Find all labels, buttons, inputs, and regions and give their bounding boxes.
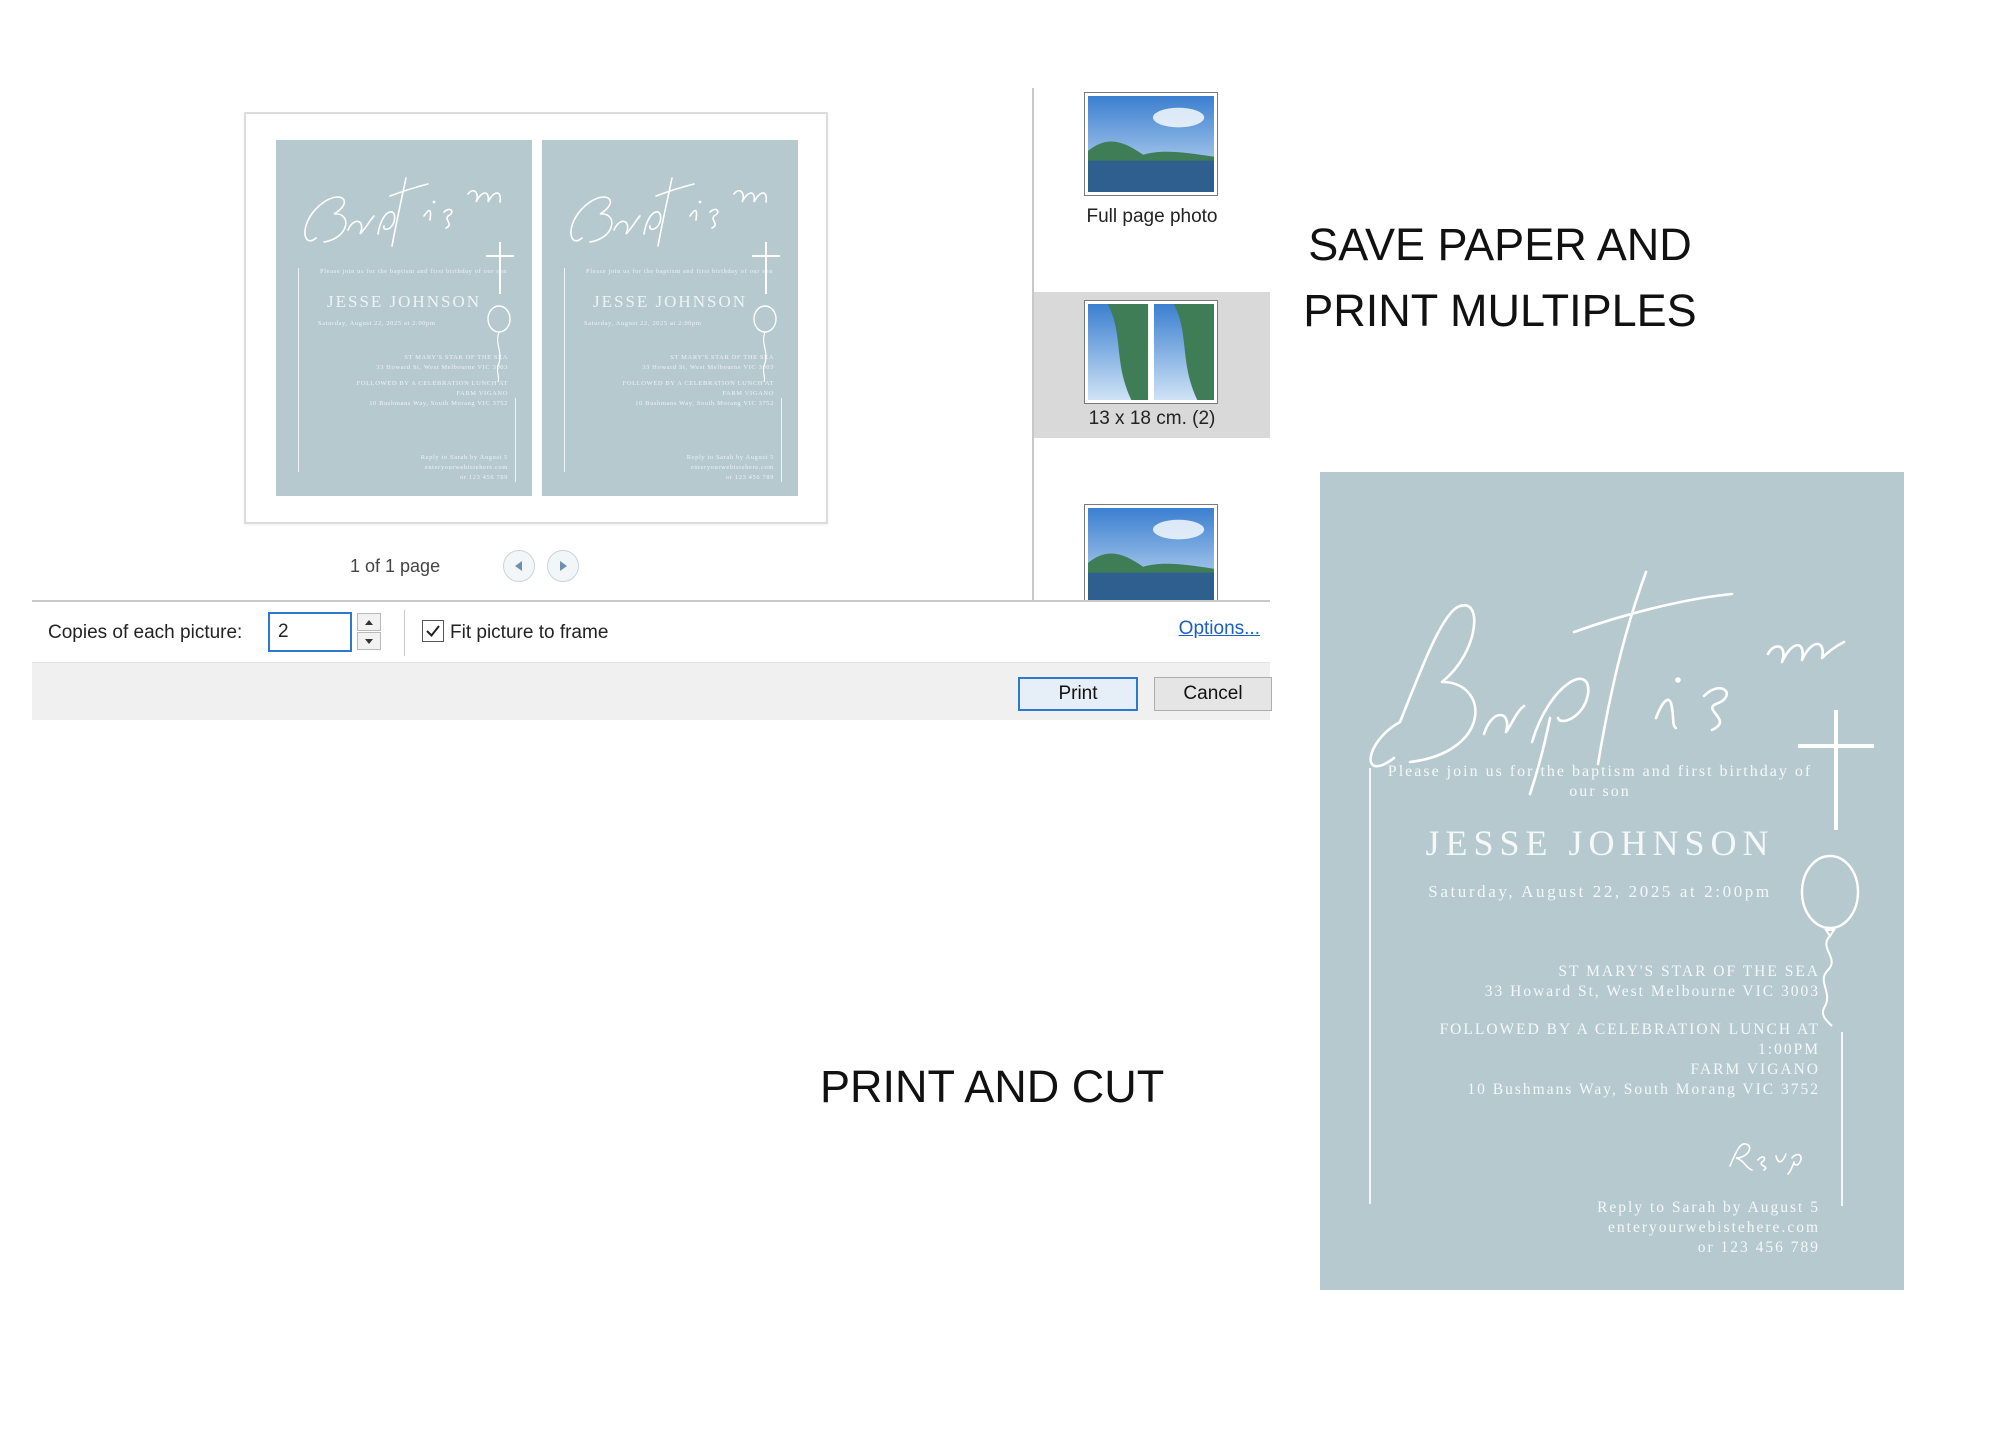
invitation-followed-by: FOLLOWED BY A CELEBRATION LUNCH AT	[1439, 1021, 1820, 1038]
layout-thumbnail	[1084, 300, 1218, 404]
preview-invitation-card: Please join us for the baptism and first…	[276, 140, 532, 496]
preview-reply: Reply to Sarah by August 5	[420, 454, 508, 461]
invitation-card: Please join us for the baptism and first…	[1320, 472, 1904, 1290]
preview-name: JESSE JOHNSON	[327, 292, 481, 311]
headline-line: SAVE PAPER AND	[1308, 219, 1692, 270]
print-options-bar: Copies of each picture: Fit picture to f…	[32, 600, 1270, 662]
dialog-button-bar: Print Cancel	[32, 662, 1272, 720]
preview-reply: Reply to Sarah by August 5	[686, 454, 774, 461]
print-preview-area: Please join us for the baptism and first…	[32, 88, 1032, 600]
copies-label: Copies of each picture:	[48, 622, 243, 643]
preview-venue: FARM VIGANO	[722, 390, 774, 397]
invitation-address: 33 Howard St, West Melbourne VIC 3003	[1484, 983, 1820, 1000]
fit-picture-checkbox[interactable]	[422, 620, 444, 642]
print-pictures-dialog: Please join us for the baptism and first…	[32, 88, 1272, 720]
layout-thumbnail	[1084, 92, 1218, 196]
invitation-lunch-time: 1:00PM	[1758, 1041, 1820, 1058]
options-link[interactable]: Options...	[1179, 618, 1260, 640]
preview-venue-address: 10 Bushmans Way, South Morang VIC 3752	[635, 400, 774, 407]
preview-name: JESSE JOHNSON	[593, 292, 747, 311]
preview-website: enteryourwebistehere.com	[424, 464, 508, 471]
decorative-line	[781, 398, 782, 482]
invitation-church: ST MARY'S STAR OF THE SEA	[1558, 963, 1820, 980]
layout-label: Full page photo	[1086, 206, 1218, 227]
checkmark-icon	[426, 625, 440, 638]
preview-website: enteryourwebistehere.com	[690, 464, 774, 471]
balloon-icon	[487, 305, 511, 383]
invitation-venue-address: 10 Bushmans Way, South Morang VIC 3752	[1467, 1081, 1820, 1098]
layout-option-13x18[interactable]: 13 x 18 cm. (2)	[1034, 292, 1270, 438]
copies-increment-button[interactable]	[357, 613, 381, 631]
layout-thumbnail	[1084, 504, 1218, 600]
invitation-invite-text: Please join us for the baptism and first…	[1387, 763, 1813, 800]
chevron-up-icon	[365, 619, 373, 625]
invitation-website: enteryourwebistehere.com	[1608, 1219, 1820, 1236]
copies-decrement-button[interactable]	[357, 632, 381, 650]
preview-followed: FOLLOWED BY A CELEBRATION LUNCH AT	[356, 380, 508, 387]
chevron-down-icon	[365, 638, 373, 644]
next-page-button[interactable]	[547, 550, 579, 582]
invitation-venue: FARM VIGANO	[1690, 1061, 1820, 1078]
preview-phone: or 123 456 789	[726, 474, 774, 481]
invitation-phone: or 123 456 789	[1697, 1239, 1820, 1256]
copies-input[interactable]	[268, 612, 352, 652]
print-button[interactable]: Print	[1018, 677, 1138, 711]
layout-list[interactable]: Full page photo 13 x 18 cm. (2)	[1034, 88, 1270, 600]
decorative-line	[1841, 1032, 1843, 1206]
preview-followed: FOLLOWED BY A CELEBRATION LUNCH AT	[622, 380, 774, 387]
preview-church: ST MARY'S STAR OF THE SEA	[670, 354, 774, 361]
invitation-reply: Reply to Sarah by August 5	[1597, 1199, 1820, 1216]
preview-invite-text: Please join us for the baptism and first…	[586, 268, 774, 275]
invitation-date: Saturday, August 22, 2025 at 2:00pm	[1428, 882, 1772, 901]
preview-invitation-card: Please join us for the baptism and first…	[542, 140, 798, 496]
preview-church: ST MARY'S STAR OF THE SEA	[404, 354, 508, 361]
two-photo-layout-icon	[1088, 304, 1214, 400]
rsvp-script-graphic	[1729, 1143, 1802, 1175]
balloon-icon	[753, 305, 777, 383]
preview-phone: or 123 456 789	[460, 474, 508, 481]
arrow-left-icon	[515, 561, 522, 571]
headline-line: PRINT MULTIPLES	[1303, 285, 1697, 336]
page-counter: 1 of 1 page	[350, 556, 441, 576]
arrow-right-icon	[560, 561, 567, 571]
cancel-button[interactable]: Cancel	[1154, 677, 1272, 711]
landscape-photo-icon	[1088, 96, 1214, 192]
preview-address: 33 Howard St, West Melbourne VIC 3003	[376, 364, 508, 371]
layout-option-3[interactable]	[1034, 488, 1270, 600]
layout-label: 13 x 18 cm. (2)	[1088, 408, 1216, 429]
save-paper-headline: SAVE PAPER AND PRINT MULTIPLES	[1290, 212, 1710, 344]
layout-option-full-page[interactable]: Full page photo	[1034, 88, 1270, 288]
decorative-line	[515, 398, 516, 482]
preview-venue-address: 10 Bushmans Way, South Morang VIC 3752	[369, 400, 508, 407]
invitation-name: JESSE JOHNSON	[1425, 823, 1775, 863]
preview-paper: Please join us for the baptism and first…	[244, 112, 828, 524]
fit-picture-label[interactable]: Fit picture to frame	[450, 622, 608, 644]
separator	[404, 610, 405, 656]
preview-invite-text: Please join us for the baptism and first…	[320, 268, 508, 275]
preview-date: Saturday, August 22, 2025 at 2:00pm	[584, 320, 702, 327]
previous-page-button[interactable]	[503, 550, 535, 582]
preview-date: Saturday, August 22, 2025 at 2:00pm	[318, 320, 436, 327]
print-and-cut-headline: PRINT AND CUT	[820, 1061, 1165, 1112]
preview-address: 33 Howard St, West Melbourne VIC 3003	[642, 364, 774, 371]
preview-venue: FARM VIGANO	[456, 390, 508, 397]
landscape-photo-icon	[1088, 508, 1214, 600]
